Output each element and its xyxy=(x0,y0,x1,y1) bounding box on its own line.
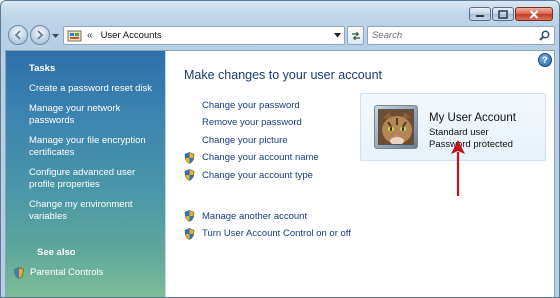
task-label: Change your picture xyxy=(202,134,288,146)
navigation-bar: « User Accounts xyxy=(5,25,557,47)
close-button[interactable] xyxy=(515,7,553,21)
close-icon xyxy=(529,9,539,19)
task-label: Remove your password xyxy=(202,117,302,129)
refresh-button[interactable] xyxy=(347,26,364,45)
task-label: Change your account type xyxy=(202,169,313,181)
password-status: Password protected xyxy=(429,139,513,150)
address-bar[interactable]: « User Accounts xyxy=(63,26,345,45)
help-icon: ? xyxy=(542,55,548,65)
task-label: Change your password xyxy=(202,99,300,111)
account-picture xyxy=(378,109,414,145)
search-box[interactable] xyxy=(367,26,555,45)
maximize-icon xyxy=(498,9,508,19)
task-manage-another-account[interactable]: Manage another account xyxy=(184,210,351,222)
uac-shield-icon xyxy=(184,151,195,164)
see-also-item[interactable]: Parental Controls xyxy=(14,267,103,279)
avatar[interactable] xyxy=(374,105,418,149)
caption-buttons xyxy=(469,7,553,21)
task-remove-password[interactable]: Remove your password xyxy=(184,117,319,129)
task-change-account-type[interactable]: Change your account type xyxy=(184,169,319,182)
breadcrumb[interactable]: User Accounts xyxy=(101,30,330,41)
search-icon xyxy=(538,30,549,41)
admin-task-list: Manage another account Turn User Account… xyxy=(184,210,351,245)
help-button[interactable]: ? xyxy=(538,53,552,67)
back-button[interactable] xyxy=(8,25,28,45)
task-turn-uac-on-off[interactable]: Turn User Account Control on or off xyxy=(184,227,351,240)
task-label: Change your account name xyxy=(202,152,319,164)
control-panel-icon xyxy=(67,30,82,41)
uac-shield-icon xyxy=(184,210,195,222)
tasks-heading: Tasks xyxy=(29,63,56,74)
sidebar-link-network-passwords[interactable]: Manage your network passwords xyxy=(29,103,159,127)
page-title: Make changes to your user account xyxy=(184,68,383,82)
sidebar-link-environment-variables[interactable]: Change my environment variables xyxy=(29,199,159,223)
see-also-heading: See also xyxy=(37,247,76,258)
search-input[interactable] xyxy=(372,30,532,41)
account-name: My User Account xyxy=(429,112,516,124)
cat-avatar-icon xyxy=(379,110,413,144)
minimize-icon xyxy=(476,15,484,17)
refresh-icon xyxy=(351,31,360,40)
search-button[interactable] xyxy=(536,28,552,44)
maximize-button[interactable] xyxy=(492,7,514,21)
parental-controls-icon xyxy=(14,267,24,279)
forward-button[interactable] xyxy=(30,25,50,45)
chevron-down-icon xyxy=(52,34,59,38)
minimize-button[interactable] xyxy=(469,7,491,21)
task-label: Turn User Account Control on or off xyxy=(202,228,351,240)
account-type: Standard user xyxy=(429,127,489,138)
account-task-list: Change your password Remove your passwor… xyxy=(184,99,319,187)
user-accounts-window: « User Accounts Tasks Crea xyxy=(0,0,560,298)
task-change-picture[interactable]: Change your picture xyxy=(184,134,319,146)
uac-shield-icon xyxy=(184,169,195,182)
annotation-arrow-icon xyxy=(451,140,465,196)
pane-divider xyxy=(165,51,166,297)
sidebar-link-password-reset-disk[interactable]: Create a password reset disk xyxy=(29,83,159,95)
task-change-password[interactable]: Change your password xyxy=(184,99,319,111)
sidebar-link-profile-properties[interactable]: Configure advanced user profile properti… xyxy=(29,167,159,191)
content-area: Tasks Create a password reset disk Manag… xyxy=(5,50,555,297)
back-arrow-icon xyxy=(14,30,21,40)
forward-arrow-icon xyxy=(37,30,44,40)
breadcrumb-separator: « xyxy=(87,30,93,41)
task-pane: Tasks Create a password reset disk Manag… xyxy=(6,51,166,297)
recent-pages-button[interactable] xyxy=(52,31,59,42)
address-dropdown-button[interactable] xyxy=(330,27,344,44)
sidebar-link-parental-controls[interactable]: Parental Controls xyxy=(30,267,103,279)
task-label: Manage another account xyxy=(202,210,308,222)
task-change-account-name[interactable]: Change your account name xyxy=(184,151,319,164)
uac-shield-icon xyxy=(184,227,195,240)
chevron-down-icon xyxy=(333,33,341,38)
sidebar-link-encryption-certificates[interactable]: Manage your file encryption certificates xyxy=(29,135,159,159)
